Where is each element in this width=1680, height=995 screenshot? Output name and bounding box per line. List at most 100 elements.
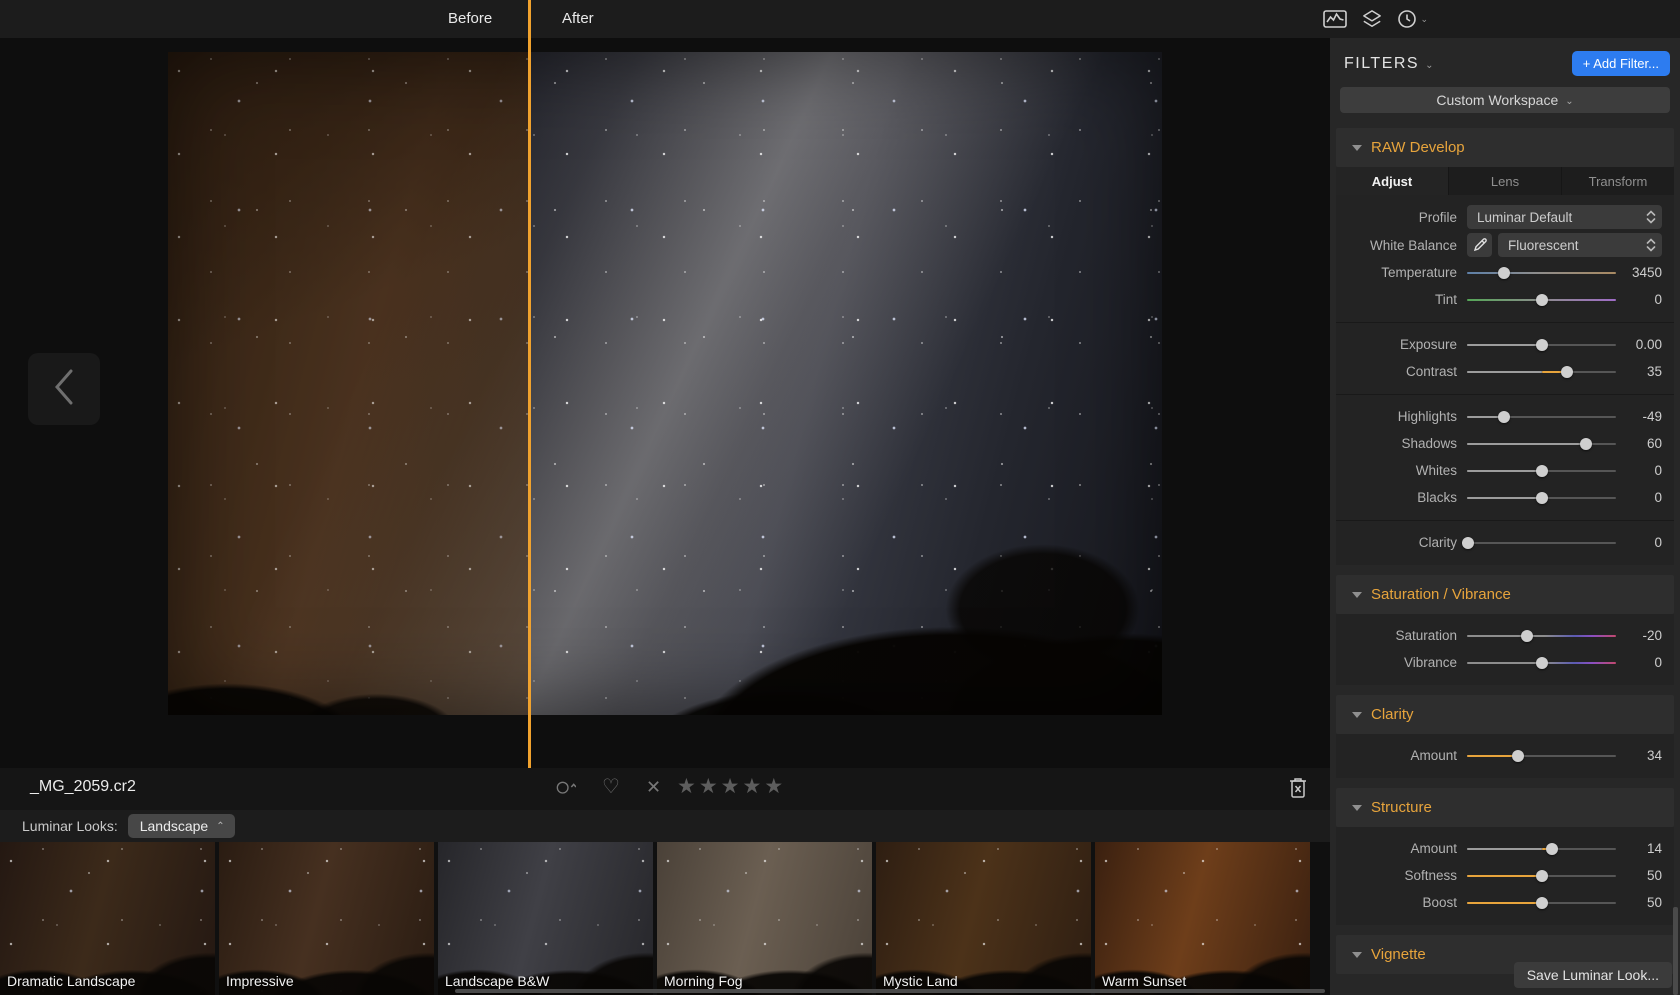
tab-adjust[interactable]: Adjust: [1336, 167, 1449, 195]
slider-track[interactable]: [1467, 272, 1616, 274]
slider-exposure[interactable]: [1467, 338, 1616, 352]
slider-thumb[interactable]: [1561, 366, 1573, 378]
slider-row-shadows: Shadows60: [1336, 430, 1674, 457]
panel-vertical-scrollbar[interactable]: [1673, 907, 1678, 995]
look-thumbnail-label: Impressive: [226, 973, 294, 989]
chevron-down-icon: ⌄: [1565, 96, 1573, 107]
slider-label: Vibrance: [1344, 655, 1457, 670]
luminar-app: { "top_bar": { "before_label": "Before",…: [0, 0, 1680, 995]
look-thumbnail-impressive[interactable]: Impressive: [219, 842, 434, 995]
slider-contrast[interactable]: [1467, 365, 1616, 379]
slider-row-temperature: Temperature3450: [1336, 259, 1674, 286]
slider-thumb[interactable]: [1521, 630, 1533, 642]
slider-vibrance[interactable]: [1467, 656, 1616, 670]
slider-thumb[interactable]: [1512, 750, 1524, 762]
favorite-heart-icon[interactable]: ♡: [602, 775, 620, 799]
after-label[interactable]: After: [562, 0, 594, 38]
slider-thumb[interactable]: [1498, 267, 1510, 279]
star-rating[interactable]: ★★★★★: [677, 775, 786, 799]
photo-canvas[interactable]: [168, 52, 1162, 715]
control-group: Amount14Softness50Boost50: [1336, 827, 1674, 925]
before-label[interactable]: Before: [448, 0, 492, 38]
slider-thumb[interactable]: [1462, 537, 1474, 549]
previous-image-button[interactable]: [28, 353, 100, 425]
edited-state-icon[interactable]: [556, 775, 576, 799]
workspace-dropdown[interactable]: Custom Workspace ⌄: [1340, 87, 1670, 113]
slider-thumb[interactable]: [1536, 870, 1548, 882]
look-thumbnail-mystic-land[interactable]: Mystic Land: [876, 842, 1091, 995]
filters-title: FILTERS: [1344, 55, 1419, 73]
slider-amount[interactable]: [1467, 842, 1616, 856]
slider-boost[interactable]: [1467, 896, 1616, 910]
slider-thumb[interactable]: [1536, 294, 1548, 306]
slider-thumb[interactable]: [1536, 339, 1548, 351]
layers-icon[interactable]: [1361, 9, 1383, 29]
disclosure-triangle-icon[interactable]: [1352, 145, 1362, 151]
trash-icon[interactable]: [1288, 776, 1308, 805]
select-profile[interactable]: Luminar Default: [1467, 205, 1662, 229]
slider-value: 14: [1616, 841, 1662, 856]
look-thumbnail-landscape-b-w[interactable]: Landscape B&W: [438, 842, 653, 995]
slider-whites[interactable]: [1467, 464, 1616, 478]
looks-category-value: Landscape: [140, 818, 209, 834]
slider-fill: [1467, 875, 1542, 877]
look-thumbnail-dramatic-landscape[interactable]: Dramatic Landscape: [0, 842, 215, 995]
slider-thumb[interactable]: [1580, 438, 1592, 450]
section-header-structure[interactable]: Structure: [1336, 788, 1674, 827]
slider-amount[interactable]: [1467, 749, 1616, 763]
photo-vignette: [168, 52, 1162, 715]
slider-fill: [1467, 344, 1542, 346]
section-header-clarity[interactable]: Clarity: [1336, 695, 1674, 734]
select-white-balance[interactable]: Fluorescent: [1498, 233, 1662, 257]
editor-canvas: [0, 38, 1330, 768]
tab-lens[interactable]: Lens: [1449, 167, 1562, 195]
slider-thumb[interactable]: [1536, 492, 1548, 504]
slider-thumb[interactable]: [1536, 657, 1548, 669]
section-header-saturation-vibrance[interactable]: Saturation / Vibrance: [1336, 575, 1674, 614]
add-filter-button[interactable]: + Add Filter...: [1572, 51, 1670, 76]
section-structure: StructureAmount14Softness50Boost50: [1336, 788, 1674, 925]
disclosure-triangle-icon[interactable]: [1352, 952, 1362, 958]
slider-tint[interactable]: [1467, 293, 1616, 307]
filters-header-row: FILTERS ⌄ + Add Filter...: [1344, 51, 1670, 76]
control-group: Amount34: [1336, 734, 1674, 778]
slider-saturation[interactable]: [1467, 629, 1616, 643]
luminar-looks-bar: Luminar Looks: Landscape ⌃: [0, 810, 1330, 842]
save-luminar-look-button[interactable]: Save Luminar Look...: [1514, 962, 1672, 988]
reject-x-icon[interactable]: ✕: [646, 775, 661, 799]
slider-softness[interactable]: [1467, 869, 1616, 883]
eyedropper-button[interactable]: [1467, 233, 1492, 257]
slider-thumb[interactable]: [1546, 843, 1558, 855]
slider-thumb[interactable]: [1498, 411, 1510, 423]
slider-label: Contrast: [1344, 364, 1457, 379]
slider-thumb[interactable]: [1536, 465, 1548, 477]
slider-clarity[interactable]: [1467, 536, 1616, 550]
slider-track[interactable]: [1467, 635, 1616, 637]
look-thumbnail-morning-fog[interactable]: Morning Fog: [657, 842, 872, 995]
slider-shadows[interactable]: [1467, 437, 1616, 451]
slider-row-tint: Tint0: [1336, 286, 1674, 313]
slider-label: Clarity: [1344, 535, 1457, 550]
section-body: Amount34: [1336, 734, 1674, 778]
disclosure-triangle-icon[interactable]: [1352, 805, 1362, 811]
look-thumbnail-warm-sunset[interactable]: Warm Sunset: [1095, 842, 1310, 995]
slider-blacks[interactable]: [1467, 491, 1616, 505]
looks-horizontal-scrollbar[interactable]: [455, 989, 1325, 993]
looks-category-dropdown[interactable]: Landscape ⌃: [128, 814, 235, 838]
slider-label: Softness: [1344, 868, 1457, 883]
history-clock-icon[interactable]: ⌄: [1397, 9, 1428, 29]
before-after-divider[interactable]: [528, 0, 531, 768]
slider-track[interactable]: [1467, 542, 1616, 544]
disclosure-triangle-icon[interactable]: [1352, 712, 1362, 718]
control-group: Highlights-49Shadows60Whites0Blacks0: [1336, 395, 1674, 521]
histogram-icon[interactable]: [1323, 10, 1347, 28]
slider-thumb[interactable]: [1536, 897, 1548, 909]
tab-transform[interactable]: Transform: [1562, 167, 1674, 195]
chevron-down-icon[interactable]: ⌄: [1425, 60, 1433, 71]
slider-fill: [1467, 902, 1542, 904]
look-thumbnail-label: Warm Sunset: [1102, 973, 1186, 989]
slider-temperature[interactable]: [1467, 266, 1616, 280]
slider-highlights[interactable]: [1467, 410, 1616, 424]
section-header-raw-develop[interactable]: RAW Develop: [1336, 128, 1674, 167]
disclosure-triangle-icon[interactable]: [1352, 592, 1362, 598]
